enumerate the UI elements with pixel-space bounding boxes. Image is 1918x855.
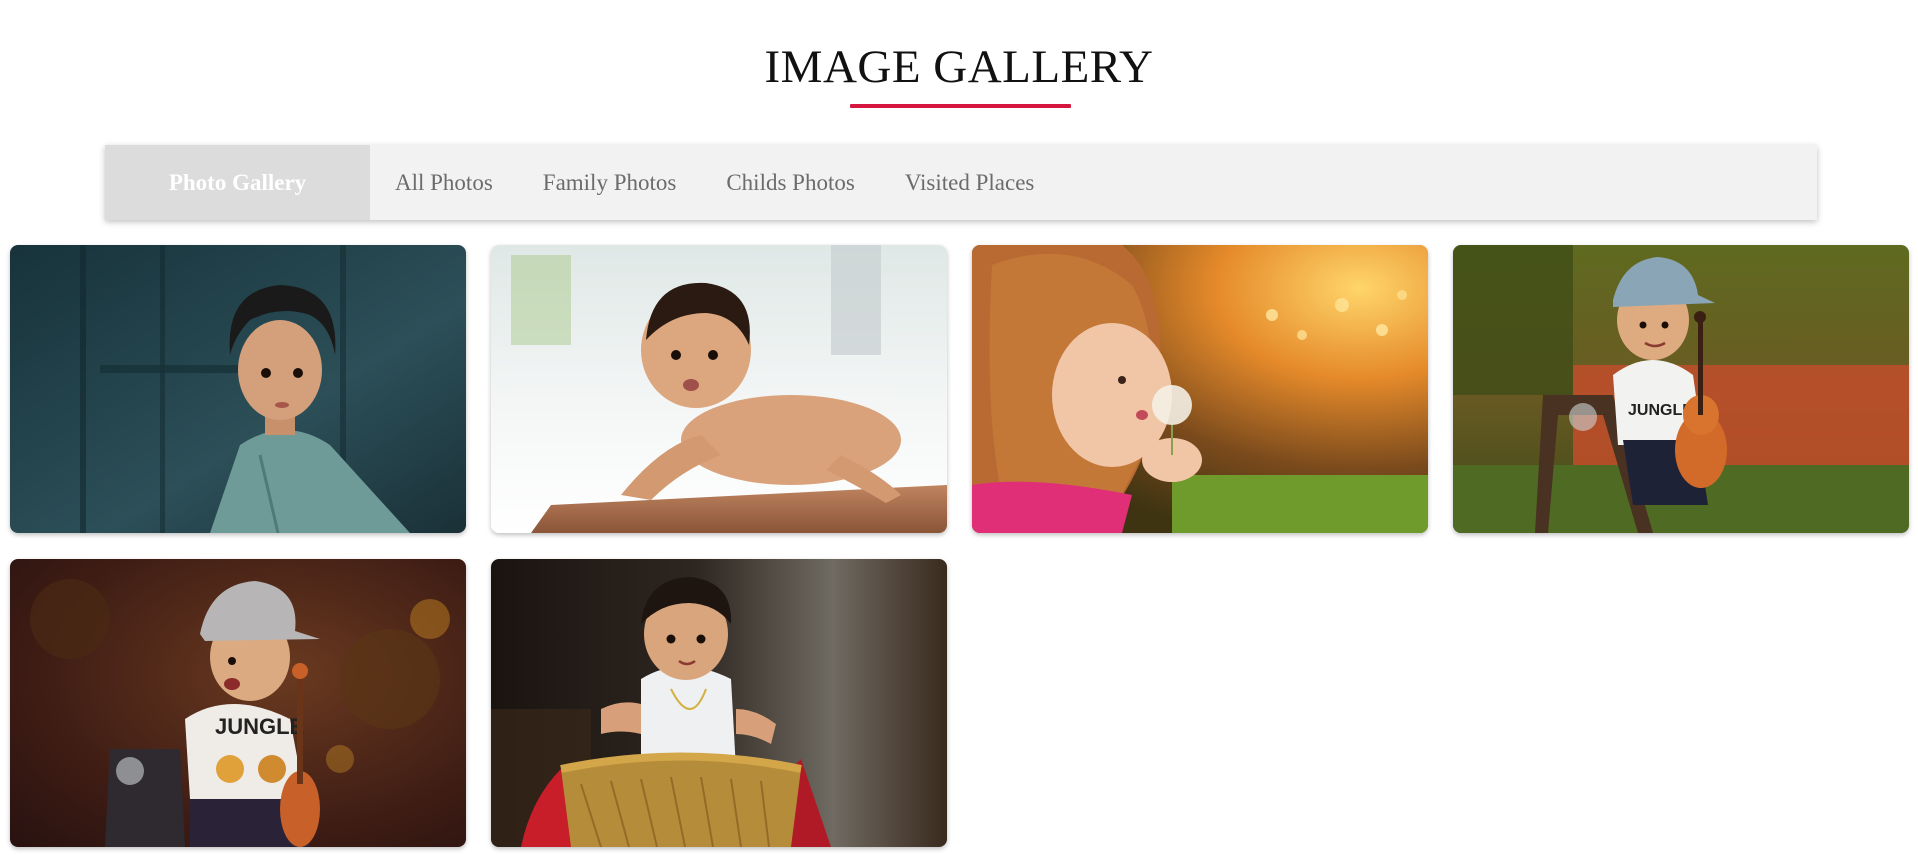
nav-link-childs-photos[interactable]: Childs Photos (726, 170, 854, 196)
svg-text:JUNGLE: JUNGLE (215, 714, 304, 739)
gallery-navbar: Photo Gallery All Photos Family Photos C… (105, 145, 1817, 220)
gallery-photo-2[interactable] (491, 245, 947, 533)
page-title: IMAGE GALLERY (764, 41, 1154, 93)
nav-link-visited-places[interactable]: Visited Places (905, 170, 1035, 196)
photo-child-curly-hair (10, 245, 466, 533)
gallery-photo-3[interactable] (972, 245, 1428, 533)
photo-baby-basket (491, 559, 947, 847)
nav-brand-photo-gallery[interactable]: Photo Gallery (105, 145, 370, 220)
photo-girl-dandelion (972, 245, 1428, 533)
photo-toddler-violin-chair: JUNGLE (1453, 245, 1909, 533)
nav-link-family-photos[interactable]: Family Photos (543, 170, 677, 196)
gallery-photo-1[interactable] (10, 245, 466, 533)
nav-links: All Photos Family Photos Childs Photos V… (370, 145, 1084, 220)
gallery-photo-5[interactable]: JUNGLE (10, 559, 466, 847)
gallery-photo-4[interactable]: JUNGLE (1453, 245, 1909, 533)
title-underline (850, 104, 1071, 108)
gallery-photo-6[interactable] (491, 559, 947, 847)
photo-crawling-baby (491, 245, 947, 533)
nav-link-all-photos[interactable]: All Photos (395, 170, 493, 196)
photo-toddler-cap-violin: JUNGLE (10, 559, 466, 847)
page: IMAGE GALLERY Photo Gallery All Photos F… (0, 0, 1918, 855)
